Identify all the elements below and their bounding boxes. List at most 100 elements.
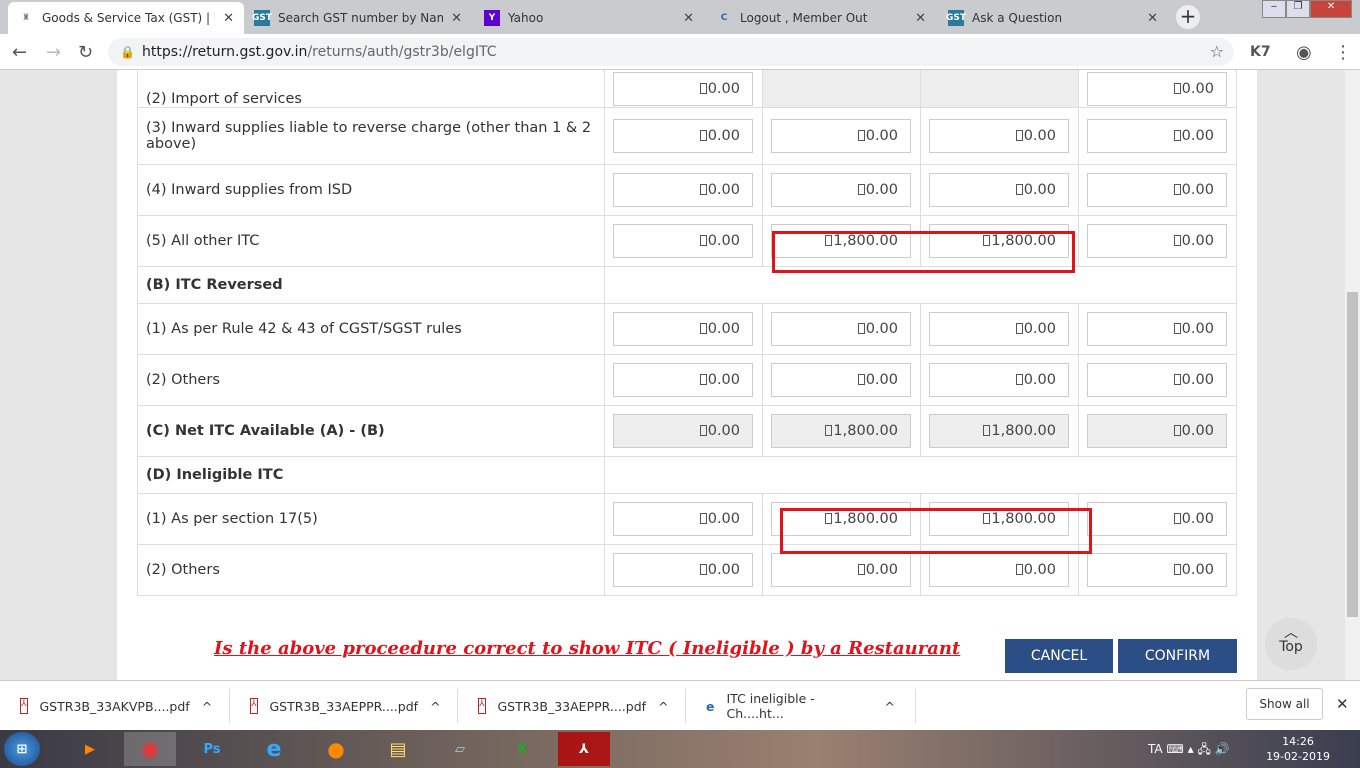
maximize-button[interactable]: ❐ [1286, 0, 1311, 18]
emblem-icon: ♜ [21, 13, 31, 23]
tab-ask-question[interactable]: GST Ask a Question ✕ [938, 2, 1168, 34]
amount-input[interactable]: 0.00 [613, 553, 754, 587]
tab-logout[interactable]: C Logout , Member Out ✕ [706, 2, 936, 34]
amount-input[interactable]: 0.00 [1086, 553, 1227, 587]
network-icon[interactable]: 🖧 [1197, 742, 1210, 756]
amount-input[interactable]: 0.00 [771, 553, 911, 587]
annotation-text: Is the above proceedure correct to show … [214, 638, 961, 659]
bookmark-star-icon[interactable]: ☆ [1210, 38, 1224, 66]
pdf-icon: ⅄ [478, 698, 486, 714]
photoshop-icon[interactable]: Ps [186, 732, 238, 766]
menu-icon[interactable]: ⋮ [1334, 42, 1352, 63]
close-tab-icon[interactable]: ✕ [451, 11, 462, 26]
amount-input: 0.00 [613, 414, 754, 448]
row-label: (4) Inward supplies from ISD [136, 164, 606, 216]
rupee-icon [857, 374, 865, 385]
close-tab-icon[interactable]: ✕ [915, 11, 926, 26]
reload-icon[interactable]: ↻ [78, 42, 93, 63]
amount-input[interactable]: 0.00 [613, 119, 754, 153]
rupee-icon [699, 374, 707, 385]
back-icon[interactable]: ← [12, 42, 27, 63]
confirm-button[interactable]: CONFIRM [1118, 639, 1237, 673]
keyboard-icon[interactable]: ⌨ [1166, 742, 1183, 756]
download-item[interactable]: e ITC ineligible - Ch....ht... ^ [686, 689, 916, 723]
download-item[interactable]: ⅄ GSTR3B_33AEPPR....pdf ^ [458, 689, 686, 723]
show-hidden-icons[interactable]: ▴ [1188, 742, 1194, 756]
show-all-button[interactable]: Show all [1246, 688, 1323, 720]
amount-input[interactable]: 0.00 [771, 363, 911, 397]
amount-input[interactable]: 0.00 [1086, 224, 1227, 258]
tab-search-gst[interactable]: GSTSearch GST number by Name o✕ [244, 2, 472, 34]
chevron-up-icon[interactable]: ^ [658, 699, 668, 714]
amount-input[interactable]: 0.00 [613, 312, 754, 346]
amount-input[interactable]: 0.00 [613, 502, 754, 536]
amount-input[interactable]: 0.00 [1086, 119, 1227, 153]
amount-input[interactable]: 0.00 [1086, 312, 1227, 346]
amount-input[interactable]: 0.00 [1086, 173, 1227, 207]
amount-input[interactable]: 0.00 [613, 72, 754, 106]
amount-input[interactable]: 0.00 [928, 173, 1069, 207]
amount-input[interactable]: 0.00 [928, 312, 1069, 346]
gst-icon: GST [252, 10, 272, 26]
acrobat-icon[interactable]: ⅄ [558, 732, 610, 766]
table-row: (2) Others 0.00 0.00 0.00 0.00 [136, 354, 1238, 406]
site-icon: C [720, 13, 728, 23]
rupee-icon [1173, 513, 1181, 524]
back-to-top-button[interactable]: ︿ Top [1265, 618, 1317, 670]
volume-icon[interactable]: 🔊 [1215, 742, 1230, 756]
minimize-button[interactable]: ‒ [1262, 0, 1287, 18]
close-window-button[interactable]: ✕ [1310, 0, 1353, 18]
rupee-icon [699, 564, 707, 575]
rupee-icon [1015, 374, 1023, 385]
amount-input[interactable]: 0.00 [771, 119, 911, 153]
amount-input[interactable]: 0.00 [1086, 72, 1227, 106]
page-scrollbar[interactable] [1345, 70, 1360, 680]
amount-cell: 0.00 [604, 354, 763, 406]
amount-input[interactable]: 0.00 [928, 119, 1069, 153]
amount-input[interactable]: 0.00 [613, 224, 754, 258]
amount-value: 0.00 [1181, 182, 1214, 198]
chevron-up-icon[interactable]: ^ [885, 699, 895, 714]
chevron-up-icon[interactable]: ^ [202, 699, 212, 714]
profile-icon[interactable]: ◉ [1296, 42, 1312, 63]
close-downloads-icon[interactable]: ✕ [1336, 695, 1349, 713]
scrollbar-thumb[interactable] [1347, 292, 1358, 617]
tab-gst-portal[interactable]: ♜Goods & Service Tax (GST) | User✕ [8, 2, 244, 34]
amount-input[interactable]: 0.00 [928, 363, 1069, 397]
chrome-icon[interactable]: ◉ [124, 732, 176, 766]
download-item[interactable]: ⅄ GSTR3B_33AEPPR....pdf ^ [230, 689, 458, 723]
chevron-up-icon[interactable]: ^ [430, 699, 440, 714]
forward-icon[interactable]: → [46, 42, 61, 63]
close-tab-icon[interactable]: ✕ [223, 11, 234, 26]
tab-yahoo[interactable]: Y Yahoo ✕ [474, 2, 704, 34]
download-item[interactable]: ⅄ GSTR3B_33AKVPB....pdf ^ [0, 689, 230, 723]
media-player-icon[interactable]: ▶ [64, 732, 116, 766]
close-tab-icon[interactable]: ✕ [683, 11, 694, 26]
amount-cell: 0.00 [604, 493, 763, 545]
amount-value: 0.00 [707, 321, 741, 337]
amount-input[interactable]: 0.00 [928, 553, 1069, 587]
amount-input[interactable]: 0.00 [771, 173, 911, 207]
firefox-icon[interactable]: ● [310, 732, 362, 766]
new-tab-button[interactable]: + [1176, 5, 1200, 29]
amount-input[interactable]: 0.00 [771, 312, 911, 346]
amount-cell: 0.00 [1077, 164, 1238, 216]
amount-input[interactable]: 0.00 [613, 363, 754, 397]
notes-icon[interactable]: ▱ [434, 732, 486, 766]
k7-extension-icon[interactable]: K7 [1250, 44, 1271, 60]
amount-input[interactable]: 0.00 [613, 173, 754, 207]
amount-input[interactable]: 0.00 [1086, 502, 1227, 536]
amount-cell: 0.00 [1077, 107, 1238, 165]
start-button[interactable]: ⊞ [4, 732, 40, 766]
ie-icon[interactable]: e [248, 732, 300, 766]
url-input[interactable]: 🔒 https://return.gst.gov.in/returns/auth/… [108, 38, 1234, 66]
clock[interactable]: 14:26 19-02-2019 [1266, 734, 1330, 764]
amount-input[interactable]: 0.00 [1086, 363, 1227, 397]
empty-cell [604, 456, 1237, 494]
excel-icon[interactable]: X [496, 732, 548, 766]
table-row: (C) Net ITC Available (A) - (B) 0.00 1,800… [136, 405, 1238, 457]
close-tab-icon[interactable]: ✕ [1147, 11, 1158, 26]
cancel-button[interactable]: CANCEL [1005, 639, 1113, 673]
file-explorer-icon[interactable]: ▤ [372, 732, 424, 766]
amount-value: 0.00 [707, 233, 741, 249]
